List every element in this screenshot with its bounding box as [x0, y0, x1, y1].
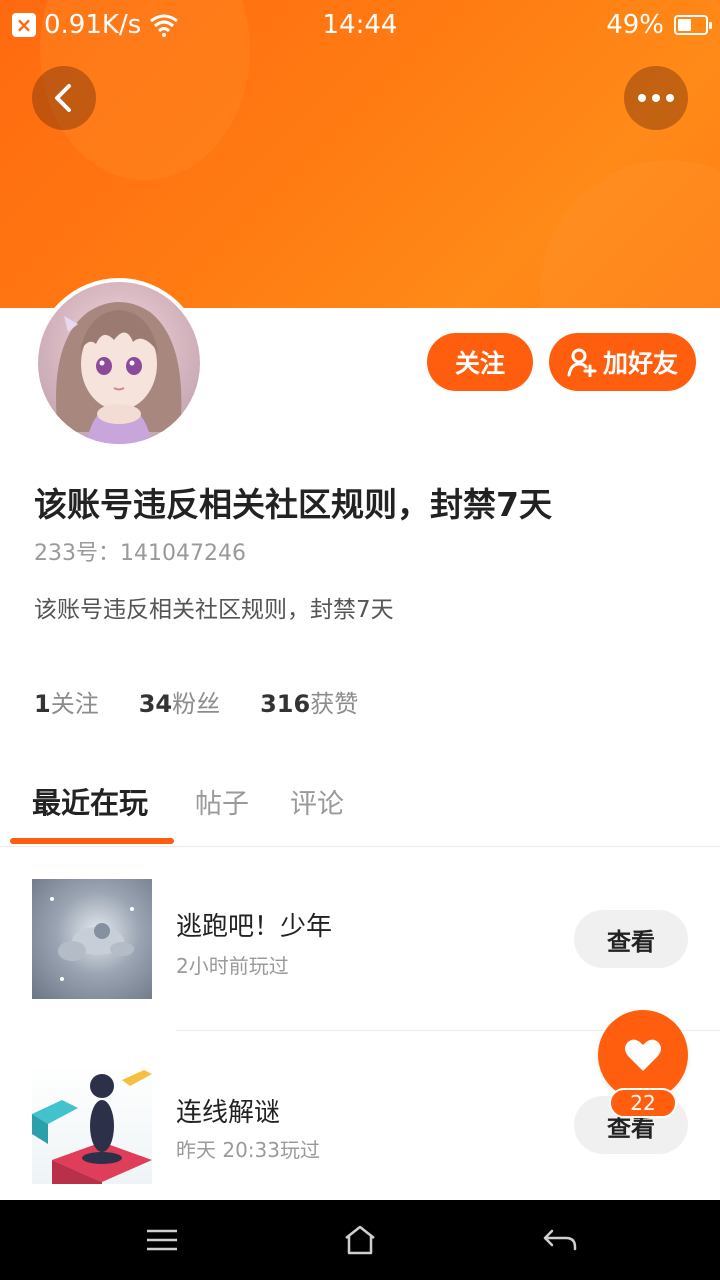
back-nav-button[interactable] [540, 1220, 580, 1260]
tab-posts[interactable]: 帖子 [195, 782, 249, 821]
follow-label: 关注 [454, 349, 505, 378]
avatar-image [38, 282, 200, 444]
back-button[interactable] [32, 66, 96, 130]
like-button[interactable] [598, 1010, 688, 1100]
game-thumbnail[interactable] [32, 879, 152, 999]
home-icon [345, 1225, 375, 1255]
back-arrow-icon [543, 1229, 577, 1251]
profile-screen: × 0.91K/s 14:44 49% 关注 加好友 该账号违反相关社区规则，封… [0, 0, 720, 1280]
stat-number: 34 [138, 690, 173, 718]
view-button[interactable]: 查看 [574, 910, 688, 968]
home-button[interactable] [340, 1220, 380, 1260]
follow-button[interactable]: 关注 [427, 333, 533, 391]
stat-label: 关注 [50, 690, 99, 718]
game-title: 逃跑吧！少年 [176, 912, 333, 942]
game-last-played: 2小时前玩过 [176, 954, 289, 978]
more-button[interactable] [624, 66, 688, 130]
game-title: 连线解谜 [176, 1098, 281, 1128]
user-name: 该账号违反相关社区规则，封禁7天 [34, 485, 552, 524]
avatar[interactable] [34, 278, 204, 448]
stat-label: 粉丝 [172, 690, 221, 718]
game-last-played: 昨天 20:33玩过 [176, 1138, 320, 1162]
stat-following[interactable]: 1关注 [34, 684, 99, 719]
tab-comments[interactable]: 评论 [290, 782, 344, 821]
active-tab-indicator [10, 838, 174, 844]
game-thumbnail[interactable] [32, 1064, 152, 1184]
battery-percent: 49% [606, 10, 664, 40]
menu-icon [147, 1229, 177, 1251]
battery-icon [674, 15, 712, 35]
status-bar: × 0.91K/s 14:44 49% [0, 0, 720, 52]
chevron-left-icon [55, 84, 71, 112]
stat-likes[interactable]: 316获赞 [260, 684, 358, 719]
stat-number: 1 [34, 690, 51, 718]
stat-label: 获赞 [310, 690, 359, 718]
tab-recently-played[interactable]: 最近在玩 [32, 780, 148, 822]
menu-button[interactable] [142, 1220, 182, 1260]
add-friend-label: 加好友 [602, 349, 678, 378]
stat-number: 316 [260, 690, 311, 718]
battery-level [678, 19, 691, 31]
user-id[interactable]: 233号：141047246 [34, 535, 246, 567]
add-friend-button[interactable]: 加好友 [549, 333, 696, 391]
heart-icon [625, 1039, 661, 1071]
profile-tabs: 最近在玩 帖子 评论 [0, 770, 720, 847]
system-nav-bar [0, 1200, 720, 1280]
like-count-badge: 22 [609, 1088, 677, 1118]
user-stats: 1关注 34粉丝 316获赞 [34, 684, 358, 719]
stat-fans[interactable]: 34粉丝 [139, 684, 220, 719]
user-bio: 该账号违反相关社区规则，封禁7天 [34, 597, 394, 623]
add-user-icon [567, 348, 597, 377]
more-dots-icon [638, 94, 674, 102]
